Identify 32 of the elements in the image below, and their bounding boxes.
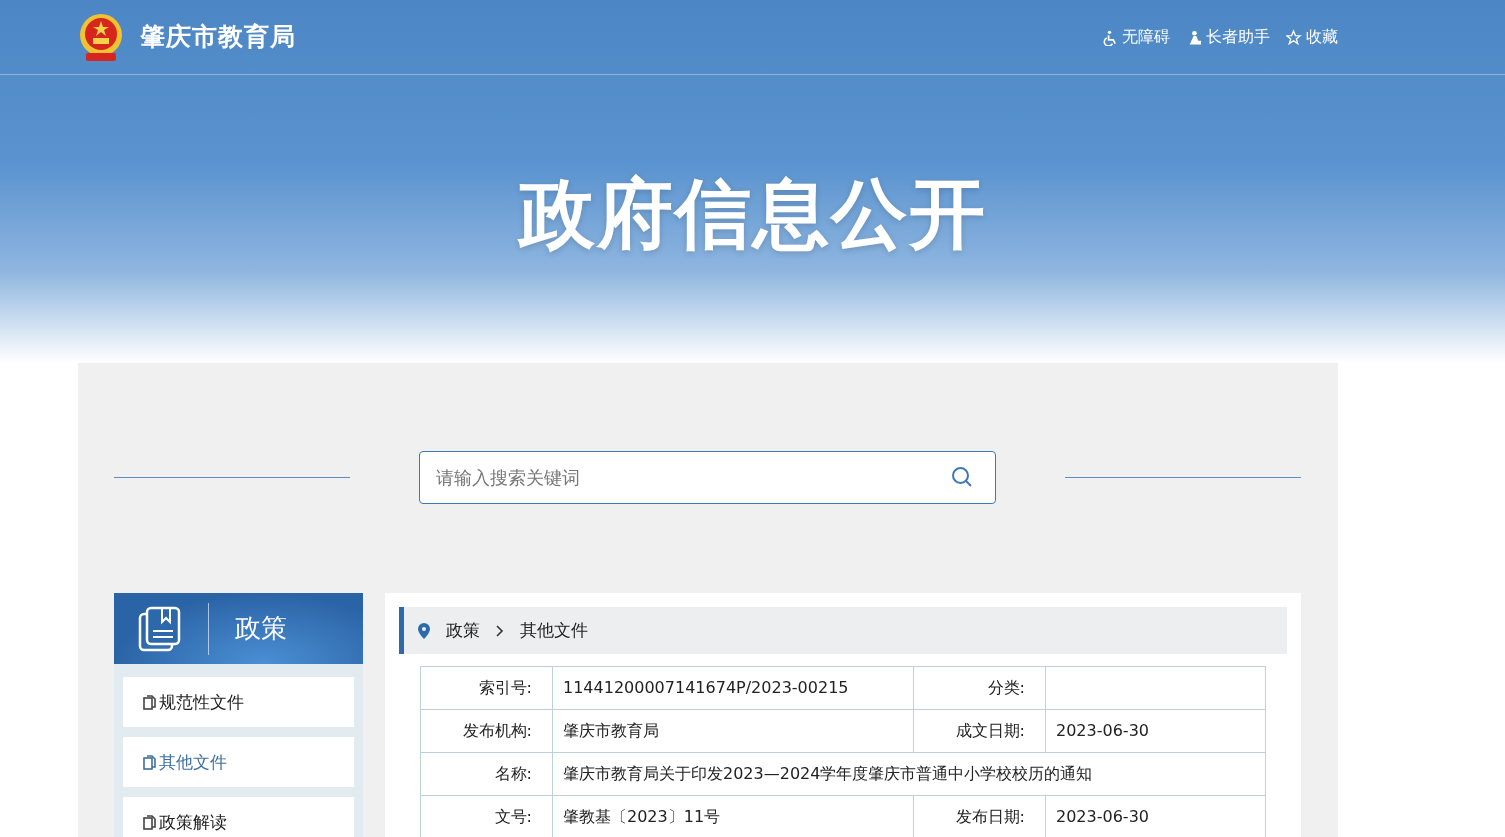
field-label: 文号: <box>420 795 553 837</box>
field-value: 11441200007141674P/2023-00215 <box>552 666 914 710</box>
field-label: 分类: <box>913 666 1046 710</box>
national-emblem-icon <box>78 11 124 63</box>
star-icon <box>1286 28 1302 46</box>
field-value: 2023-06-30 <box>1045 709 1266 753</box>
document-icon <box>143 754 156 770</box>
document-icon <box>143 814 156 830</box>
field-label: 名称: <box>420 752 553 796</box>
hero-title: 政府信息公开 <box>516 168 988 260</box>
site-title: 肇庆市教育局 <box>140 21 296 54</box>
wheelchair-icon <box>1102 28 1118 46</box>
sidebar-title: 政策 <box>235 612 287 645</box>
field-value: 肇庆市教育局关于印发2023—2024学年度肇庆市普通中小学校校历的通知 <box>552 752 1266 796</box>
breadcrumb-link[interactable]: 其他文件 <box>520 617 588 644</box>
field-label: 索引号: <box>420 666 553 710</box>
sidebar-item[interactable]: 规范性文件 <box>123 677 354 727</box>
field-value: 肇庆市教育局 <box>552 709 914 753</box>
document-icon <box>143 694 156 710</box>
search-icon[interactable] <box>951 466 973 488</box>
field-label: 成文日期: <box>913 709 1046 753</box>
field-label: 发布机构: <box>420 709 553 753</box>
top-link[interactable]: 收藏 <box>1286 25 1338 49</box>
book-icon <box>138 605 182 652</box>
search-field[interactable]: 请输入搜索关键词 <box>419 451 996 504</box>
sidebar-item[interactable]: 政策解读 <box>123 797 354 837</box>
top-link[interactable]: 长者助手 <box>1186 25 1270 49</box>
breadcrumb-link[interactable]: 政策 <box>446 617 480 644</box>
sidebar-item[interactable]: 其他文件 <box>123 737 354 787</box>
location-pin-icon <box>418 622 430 639</box>
chevron-right-icon <box>496 624 504 637</box>
top-link[interactable]: 无障碍 <box>1102 25 1170 49</box>
